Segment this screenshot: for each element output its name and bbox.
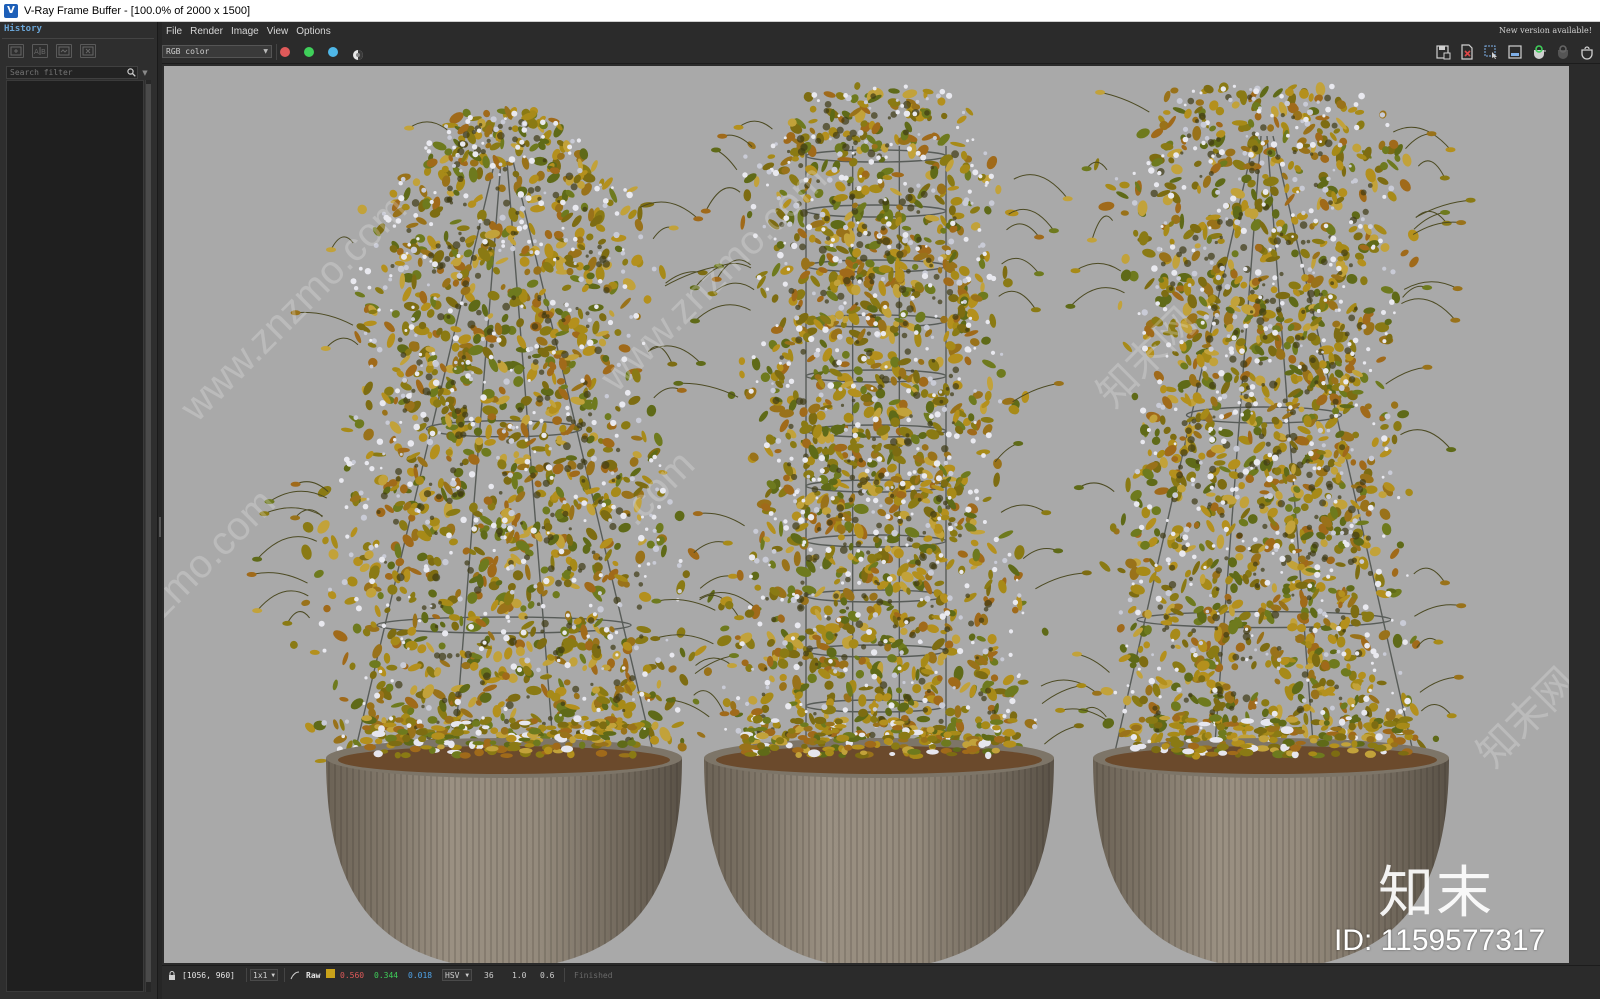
lock-icon[interactable] (168, 971, 176, 982)
menu-view[interactable]: View (267, 26, 289, 37)
new-version-notice[interactable]: New version available! (1499, 26, 1592, 35)
window-title: V-Ray Frame Buffer - [100.0% of 2000 x 1… (24, 4, 251, 17)
render-toolbar (1434, 43, 1596, 61)
status-divider (284, 968, 285, 982)
render-icon[interactable] (1530, 43, 1548, 61)
title-bar: V V-Ray Frame Buffer - [100.0% of 2000 x… (0, 0, 1600, 22)
pot-group (326, 714, 1449, 963)
save-to-history-icon[interactable] (8, 44, 24, 58)
history-search-input[interactable] (7, 67, 125, 78)
monochrome-view-icon[interactable] (352, 46, 364, 60)
menu-file[interactable]: File (166, 26, 182, 37)
menu-image[interactable]: Image (231, 26, 259, 37)
pixel-coordinates: [1056, 960] (182, 971, 235, 980)
clear-image-icon[interactable] (1458, 43, 1476, 61)
delete-history-icon[interactable] (80, 44, 96, 58)
svg-text:A: A (34, 48, 39, 56)
interactive-render-icon[interactable] (1554, 43, 1572, 61)
sample-size-select[interactable]: 1x1 ▼ (250, 969, 278, 981)
value-value: 0.6 (540, 971, 555, 980)
toolbar-divider (276, 44, 277, 60)
green-channel-icon[interactable] (304, 47, 314, 57)
raw-mode-label[interactable]: Raw (306, 971, 320, 980)
search-options-chevron-icon[interactable]: ▼ (140, 66, 150, 79)
history-search-box (6, 66, 138, 79)
red-value: 0.560 (340, 971, 365, 980)
search-icon[interactable] (125, 67, 137, 78)
color-space-select[interactable]: HSV ▼ (442, 969, 472, 981)
channel-select-value: RGB color (166, 47, 210, 56)
history-scrollbar-thumb[interactable] (146, 84, 151, 982)
chevron-down-icon: ▼ (465, 971, 469, 979)
rendered-image (164, 66, 1569, 963)
sample-size-value: 1x1 (253, 970, 268, 980)
menu-render[interactable]: Render (190, 26, 223, 37)
history-tab[interactable]: History (4, 24, 42, 38)
blue-value: 0.018 (408, 971, 433, 980)
toolbar: RGB color ▼ (162, 40, 1600, 64)
saturation-value: 1.0 (512, 971, 527, 980)
history-list[interactable] (6, 80, 144, 992)
vray-app-icon: V (4, 3, 18, 18)
render-state: Finished (574, 971, 613, 980)
red-channel-icon[interactable] (280, 47, 290, 57)
track-mouse-icon[interactable] (1506, 43, 1524, 61)
color-space-value: HSV (445, 970, 460, 980)
menu-bar: File Render Image View Options New versi… (162, 22, 1600, 40)
viewport-right-gutter (1569, 66, 1600, 963)
status-divider (564, 968, 565, 982)
vray-frame-buffer-window: V V-Ray Frame Buffer - [100.0% of 2000 x… (0, 0, 1600, 999)
compare-ab-icon[interactable]: AB (32, 44, 48, 58)
svg-text:B: B (41, 48, 46, 56)
save-image-icon[interactable] (1434, 43, 1452, 61)
history-toolbar: AB (8, 44, 96, 58)
load-image-icon[interactable] (56, 44, 72, 58)
color-swatch (326, 969, 335, 978)
chevron-down-icon: ▼ (271, 971, 275, 979)
menu-options[interactable]: Options (296, 26, 330, 37)
history-tab-divider (2, 38, 154, 39)
hue-value: 36 (484, 971, 494, 980)
curve-icon[interactable] (290, 971, 300, 982)
brand-logo: 知末 (1378, 861, 1494, 926)
splitter-grip[interactable] (159, 517, 161, 537)
status-divider (246, 968, 247, 982)
history-scrollbar[interactable] (145, 80, 151, 992)
chevron-down-icon: ▼ (263, 48, 268, 55)
render-viewport[interactable]: www.znzmo.com www.znzmo.com 知末网 知末网 znzm… (164, 66, 1569, 963)
status-bar: [1056, 960] 1x1 ▼ Raw 0.560 0.344 0.018 H… (162, 965, 1600, 999)
blue-channel-icon[interactable] (328, 47, 338, 57)
region-render-icon[interactable] (1482, 43, 1500, 61)
panel-splitter[interactable] (158, 22, 162, 999)
stop-render-icon[interactable] (1578, 43, 1596, 61)
history-panel: History AB ▼ (0, 22, 158, 999)
channel-select[interactable]: RGB color ▼ (162, 45, 272, 58)
green-value: 0.344 (374, 971, 399, 980)
image-id-label: ID: 1159577317 (1334, 924, 1546, 957)
